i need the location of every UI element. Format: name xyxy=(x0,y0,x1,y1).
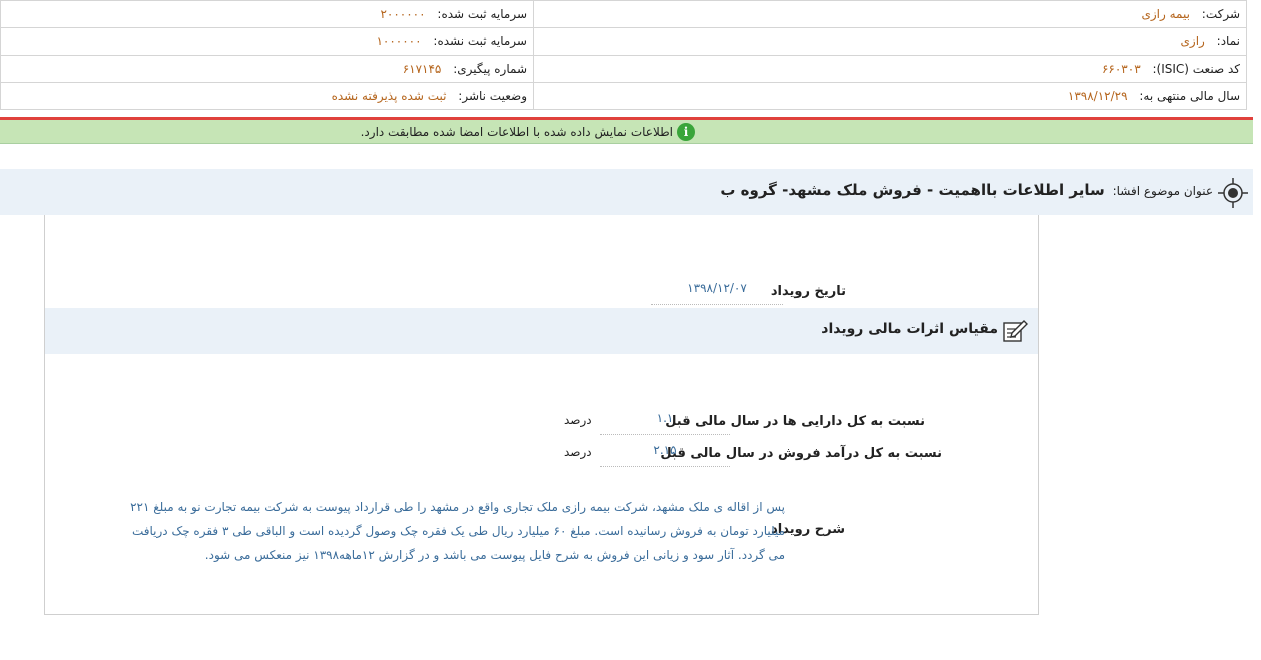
isic-value: ۶۶۰۳۰۳ xyxy=(1101,61,1141,76)
asset-ratio-value: ۱.۱ xyxy=(600,411,730,435)
tracking-number-value: ۶۱۷۱۴۵ xyxy=(402,61,442,76)
symbol-label: نماد: xyxy=(1216,34,1240,49)
fiscal-year-value: ۱۳۹۸/۱۲/۲۹ xyxy=(1067,88,1128,103)
unregistered-capital-label: سرمایه ثبت نشده: xyxy=(433,34,527,49)
publisher-status-label: وضعیت ناشر: xyxy=(458,88,527,103)
subject-value: سایر اطلاعات بااهمیت - فروش ملک مشهد- گر… xyxy=(720,181,1105,199)
subject-title: عنوان موضوع افشا: سایر اطلاعات بااهمیت -… xyxy=(720,181,1213,199)
notice-text: اطلاعات نمایش داده شده با اطلاعات امضا ش… xyxy=(360,124,673,139)
tracking-number-label: شماره پیگیری: xyxy=(453,61,527,76)
asset-ratio-unit: درصد xyxy=(564,413,592,427)
disclosure-subject-bar: عنوان موضوع افشا: سایر اطلاعات بااهمیت -… xyxy=(0,169,1253,215)
verification-notice: i اطلاعات نمایش داده شده با اطلاعات امضا… xyxy=(0,117,1253,144)
section-title: مقیاس اثرات مالی رویداد xyxy=(821,321,998,337)
unregistered-capital-value: ۱۰۰۰۰۰۰ xyxy=(376,34,422,49)
edit-note-icon xyxy=(1003,320,1028,342)
isic-label: کد صنعت (ISIC): xyxy=(1152,61,1240,76)
event-description-text: پس از اقاله ی ملک مشهد، شرکت بیمه رازی م… xyxy=(130,500,785,562)
company-value[interactable]: بیمه رازی xyxy=(1141,7,1189,21)
publisher-status-value: ثبت شده پذیرفته نشده xyxy=(331,88,447,103)
symbol-value[interactable]: رازی xyxy=(1181,34,1205,48)
event-date-value: ۱۳۹۸/۱۲/۰۷ xyxy=(651,281,783,305)
financial-impact-section-header: مقیاس اثرات مالی رویداد xyxy=(45,308,1038,354)
target-icon xyxy=(1218,178,1248,208)
info-icon: i xyxy=(677,122,695,141)
company-info-table: شرکت: بیمه رازی سرمایه ثبت شده: ۲۰۰۰۰۰۰ … xyxy=(0,0,1247,111)
subject-label: عنوان موضوع افشا: xyxy=(1112,184,1213,198)
event-details-panel: تاریخ رویداد ۱۳۹۸/۱۲/۰۷ مقیاس اثرات مالی… xyxy=(44,215,1039,615)
registered-capital-value: ۲۰۰۰۰۰۰ xyxy=(380,7,426,22)
fiscal-year-label: سال مالی منتهی به: xyxy=(1139,88,1240,103)
revenue-ratio-unit: درصد xyxy=(564,445,592,459)
company-label: شرکت: xyxy=(1201,7,1240,22)
revenue-ratio-value: ۲.۱۵ xyxy=(600,443,730,467)
registered-capital-label: سرمایه ثبت شده: xyxy=(437,7,527,22)
